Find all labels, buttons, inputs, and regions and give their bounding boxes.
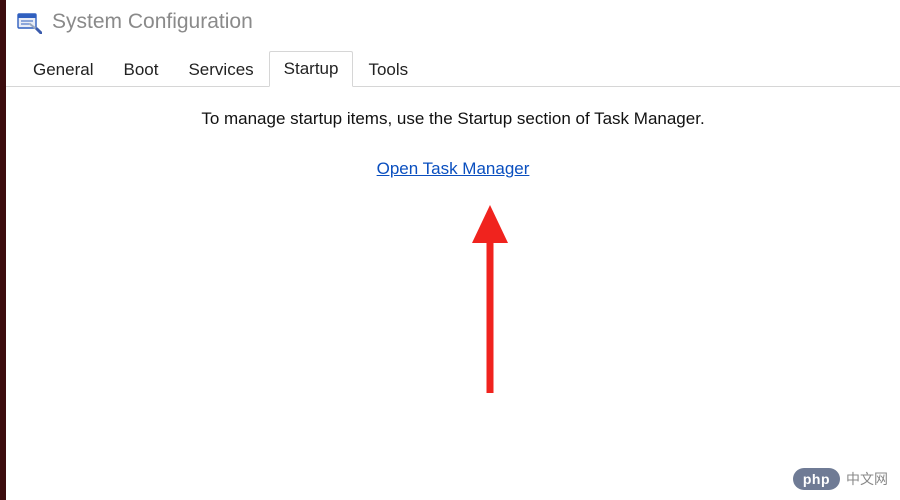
tab-boot[interactable]: Boot bbox=[108, 52, 173, 87]
window-frame: System Configuration General Boot Servic… bbox=[0, 0, 900, 500]
watermark: php 中文网 bbox=[793, 468, 888, 490]
watermark-pill: php bbox=[793, 468, 840, 490]
annotation-arrow-up-icon bbox=[460, 205, 520, 399]
watermark-text: 中文网 bbox=[846, 469, 888, 489]
startup-info-text: To manage startup items, use the Startup… bbox=[36, 109, 870, 129]
tab-content: To manage startup items, use the Startup… bbox=[6, 87, 900, 179]
tab-startup[interactable]: Startup bbox=[269, 51, 354, 87]
tab-strip: General Boot Services Startup Tools bbox=[6, 50, 900, 87]
tab-general[interactable]: General bbox=[18, 52, 108, 87]
open-task-manager-link[interactable]: Open Task Manager bbox=[377, 159, 530, 178]
tab-services[interactable]: Services bbox=[173, 52, 268, 87]
tab-tools[interactable]: Tools bbox=[353, 52, 423, 87]
msconfig-app-icon bbox=[16, 10, 42, 34]
window-titlebar: System Configuration bbox=[6, 0, 900, 50]
window-title: System Configuration bbox=[52, 10, 253, 34]
